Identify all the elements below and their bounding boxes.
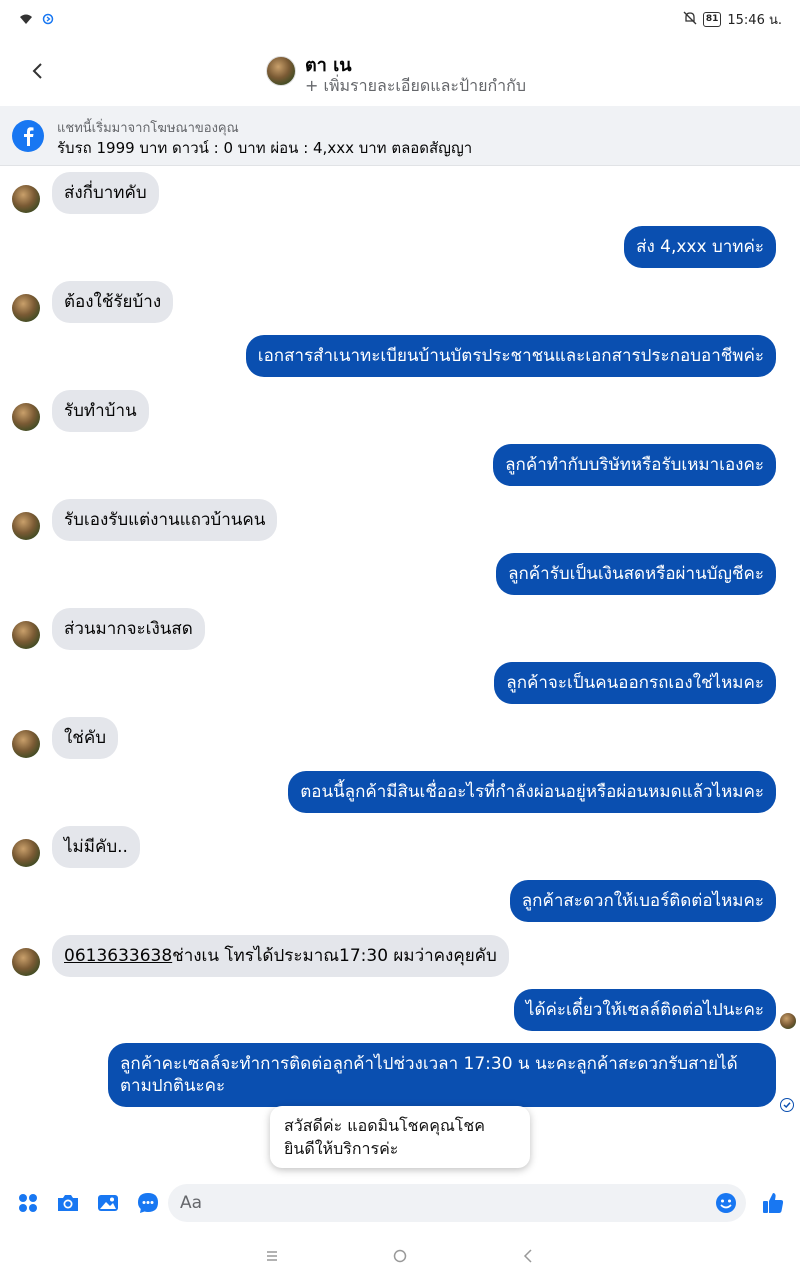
ad-banner-text: รับรถ 1999 บาท ดาวน์ : 0 บาท ผ่อน : 4,xx… xyxy=(57,139,473,157)
status-time: 15:46 น. xyxy=(727,13,782,28)
incoming-message[interactable]: ใช่คับ xyxy=(52,717,119,759)
mute-icon xyxy=(683,11,697,29)
message-input-box[interactable] xyxy=(168,1184,746,1222)
sender-avatar[interactable] xyxy=(12,512,40,540)
contact-avatar[interactable] xyxy=(266,56,296,86)
incoming-message[interactable]: ต้องใช้รัยบ้าง xyxy=(52,281,174,323)
battery-icon: 81 xyxy=(702,12,722,27)
recents-menu-icon[interactable] xyxy=(262,1246,282,1266)
like-icon[interactable] xyxy=(760,1190,786,1216)
sender-avatar[interactable] xyxy=(12,185,40,213)
phone-number-link[interactable]: 0613633638 xyxy=(64,946,172,966)
sender-avatar[interactable] xyxy=(12,621,40,649)
message-text: ช่างเน โทรได้ประมาณ17:30 ผมว่าคงคุยคับ xyxy=(172,946,497,966)
outgoing-message[interactable]: ได้ค่ะเดี๋ยวให้เซลล์ติดต่อไปนะคะ xyxy=(513,989,776,1031)
outgoing-message[interactable]: เอกสารสำเนาทะเบียนบ้านบัตรประชาชนและเอกส… xyxy=(245,335,776,377)
system-nav-bar xyxy=(0,1236,800,1280)
camera-icon[interactable] xyxy=(55,1190,81,1216)
sender-avatar[interactable] xyxy=(12,403,40,431)
chevron-left-icon xyxy=(32,63,42,79)
sender-avatar[interactable] xyxy=(12,839,40,867)
outgoing-message[interactable]: ลูกค้าจะเป็นคนออกรถเองใช่ไหมคะ xyxy=(494,662,776,704)
outgoing-message[interactable]: ส่ง 4,xxx บาทค่ะ xyxy=(624,226,776,268)
outgoing-message[interactable]: ลูกค้าทำกับบริษัทหรือรับเหมาเองคะ xyxy=(493,444,776,486)
incoming-message[interactable]: ส่วนมากจะเงินสด xyxy=(52,608,205,650)
outgoing-message[interactable]: ลูกค้าสะดวกให้เบอร์ติดต่อไหมคะ xyxy=(509,880,776,922)
facebook-icon xyxy=(12,120,44,152)
wifi-icon xyxy=(18,10,34,29)
incoming-message[interactable]: 0613633638ช่างเน โทรได้ประมาณ17:30 ผมว่า… xyxy=(52,935,509,977)
incoming-message[interactable]: ส่งกี่บาทคับ xyxy=(52,172,159,214)
messenger-icon[interactable] xyxy=(135,1190,161,1216)
quick-reply-popup[interactable]: สวัสดีค่ะ แอดมินโชคคุณโชค ยินดีให้บริการ… xyxy=(270,1106,530,1168)
message-list[interactable]: ส่งกี่บาทคับ ส่ง 4,xxx บาทค่ะ ต้องใช้รัย… xyxy=(0,166,800,1166)
message-input[interactable] xyxy=(180,1184,700,1222)
status-bar: 81 15:46 น. xyxy=(0,0,800,36)
back-nav-icon[interactable] xyxy=(518,1246,538,1266)
add-details-link[interactable]: + เพิ่มรายละเอียดและป้ายกำกับ xyxy=(305,74,526,99)
sender-avatar[interactable] xyxy=(12,730,40,758)
status-left xyxy=(18,10,54,29)
quick-reply-text: สวัสดีค่ะ แอดมินโชคคุณโชค ยินดีให้บริการ… xyxy=(284,1116,485,1158)
data-saver-icon xyxy=(42,10,54,29)
incoming-message[interactable]: ไม่มีคับ.. xyxy=(52,826,140,868)
sender-avatar[interactable] xyxy=(12,294,40,322)
ad-banner-title: แชทนี้เริ่มมาจากโฆษณาของคุณ xyxy=(57,121,239,136)
outgoing-message[interactable]: ตอนนี้ลูกค้ามีสินเชื่ออะไรที่กำลังผ่อนอย… xyxy=(288,771,776,813)
status-right: 81 15:46 น. xyxy=(683,9,782,30)
home-icon[interactable] xyxy=(390,1246,410,1266)
incoming-message[interactable]: รับทำบ้าน xyxy=(52,390,149,432)
outgoing-message[interactable]: ลูกค้ารับเป็นเงินสดหรือผ่านบัญชีคะ xyxy=(496,553,776,595)
ad-origin-banner: แชทนี้เริ่มมาจากโฆษณาของคุณ รับรถ 1999 บ… xyxy=(0,106,800,166)
incoming-message[interactable]: รับเองรับแต่งานแถวบ้านคน xyxy=(52,499,278,541)
outgoing-message[interactable]: ลูกค้าคะเซลล์จะทำการติดต่อลูกค้าไปช่วงเว… xyxy=(108,1043,776,1107)
back-button[interactable] xyxy=(22,56,52,86)
sender-avatar[interactable] xyxy=(12,948,40,976)
gallery-icon[interactable] xyxy=(95,1190,121,1216)
read-receipt-avatar xyxy=(780,1013,796,1029)
message-composer xyxy=(0,1180,800,1228)
chat-header: ตา เน + เพิ่มรายละเอียดและป้ายกำกับ xyxy=(0,36,800,106)
emoji-icon[interactable] xyxy=(714,1191,738,1215)
sent-check-icon xyxy=(780,1098,794,1112)
apps-icon[interactable] xyxy=(15,1190,41,1216)
